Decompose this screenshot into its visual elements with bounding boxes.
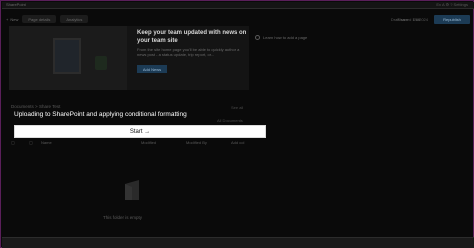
- task-subtitle: All Documents: [217, 118, 243, 123]
- edit-label[interactable]: Edit: [413, 17, 420, 22]
- new-label: New: [10, 16, 19, 22]
- learn-link[interactable]: Learn how to add a page: [255, 35, 307, 40]
- tablet-illustration: [53, 38, 81, 74]
- app-brand: SharePoint: [6, 2, 26, 7]
- analytics-button[interactable]: Analytics: [60, 15, 89, 23]
- plus-icon: +: [6, 16, 9, 22]
- file-type-icon: ▢: [29, 140, 33, 145]
- news-hero: Keep your team updated with news on your…: [9, 26, 249, 90]
- analytics-label: Analytics: [66, 16, 83, 22]
- breadcrumb-separator: >: [35, 104, 38, 109]
- publish-button[interactable]: Republish: [434, 15, 470, 24]
- footer-bar: [2, 237, 474, 248]
- breadcrumb-current: Share Test: [38, 104, 61, 109]
- task-panel: Uploading to SharePoint and applying con…: [9, 111, 273, 138]
- page-details-button[interactable]: Page details: [22, 15, 57, 23]
- breadcrumb: Documents > Share Test: [11, 104, 60, 109]
- start-button[interactable]: Start →: [14, 125, 266, 138]
- learn-label: Learn how to add a page: [263, 35, 308, 40]
- header-add-column[interactable]: Add col: [231, 140, 244, 145]
- hero-image: [9, 26, 127, 90]
- command-bar: + New Page details Analytics Draft saved…: [2, 11, 474, 27]
- top-right-controls[interactable]: Ex A ⚙ ? Settings: [436, 2, 468, 7]
- header-modified-by[interactable]: Modified By: [186, 140, 207, 145]
- breadcrumb-documents[interactable]: Documents: [11, 104, 34, 109]
- info-icon: [255, 35, 260, 40]
- header-name[interactable]: Name: [41, 140, 52, 145]
- add-news-button[interactable]: Add News: [137, 65, 167, 73]
- task-title: Uploading to SharePoint and applying con…: [14, 111, 187, 118]
- select-all-icon[interactable]: ▢: [11, 140, 15, 145]
- hero-body: From the site home page you'll be able t…: [137, 47, 240, 57]
- see-all-link[interactable]: See all: [231, 105, 243, 110]
- page-details-label: Page details: [28, 16, 51, 22]
- plant-illustration: [95, 56, 107, 70]
- hero-title: Keep your team updated with news on your…: [137, 30, 247, 44]
- share-label[interactable]: Share: [397, 17, 408, 22]
- top-bar: SharePoint Ex A ⚙ ? Settings: [2, 2, 474, 9]
- app-frame: SharePoint Ex A ⚙ ? Settings + New Page …: [0, 0, 474, 248]
- header-modified[interactable]: Modified: [141, 140, 156, 145]
- empty-state-text: This folder is empty: [103, 215, 143, 220]
- empty-folder-icon: [125, 180, 139, 200]
- new-button[interactable]: + New: [6, 17, 18, 22]
- table-header: ▢ ▢ Name Modified Modified By Add col: [11, 140, 251, 146]
